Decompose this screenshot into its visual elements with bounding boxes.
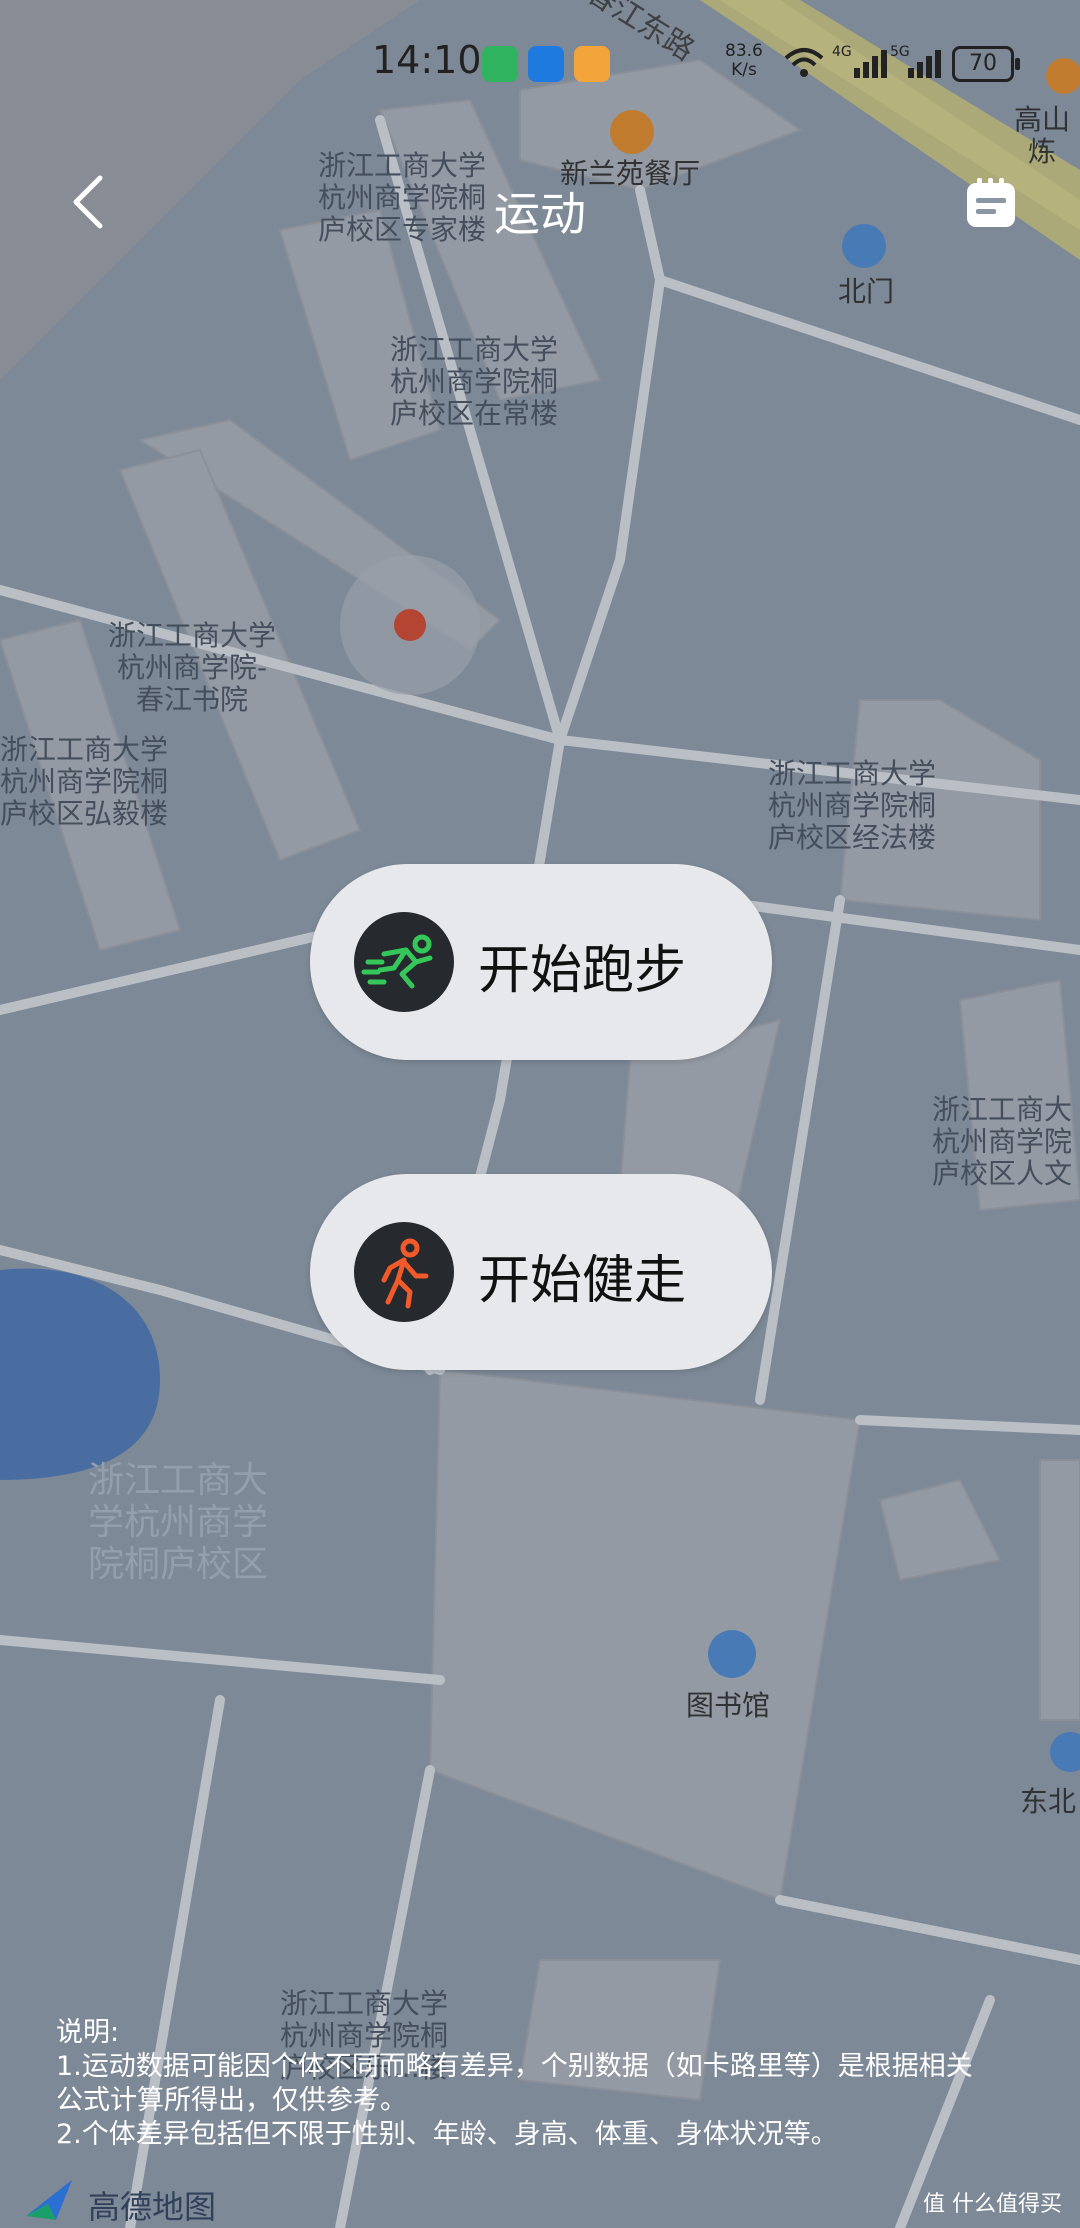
start-walking-button[interactable]: 开始健走	[310, 1174, 772, 1370]
status-time: 14:10	[372, 38, 482, 82]
running-icon	[354, 912, 454, 1012]
net-speed: 83.6 K/s	[725, 41, 763, 80]
amap-logo-text: 高德地图	[88, 2188, 217, 2226]
wechat-icon	[482, 46, 518, 82]
start-walking-label: 开始健走	[478, 1251, 687, 1311]
battery-indicator: 70	[952, 46, 1020, 82]
start-running-button[interactable]: 开始跑步	[310, 864, 772, 1060]
network-type-5g: 5G	[890, 44, 910, 60]
feeds-icon	[574, 46, 610, 82]
notes-line: 公式计算所得出，仅供参考。	[56, 2085, 407, 2116]
disclaimer-notes: 说明: 1.运动数据可能因个体不同而略有差异，个别数据（如卡路里等）是根据相关 …	[56, 2016, 1036, 2152]
message-icon	[528, 46, 564, 82]
records-notebook-icon[interactable]	[964, 176, 1018, 230]
notes-heading: 说明:	[56, 2017, 120, 2048]
amap-logo: 高德地图	[22, 2176, 216, 2226]
notes-line: 2.个体差异包括但不限于性别、年龄、身高、体重、身体状况等。	[56, 2119, 838, 2150]
walking-icon	[354, 1222, 454, 1322]
map-dim-overlay	[0, 0, 1080, 2228]
start-running-label: 开始跑步	[478, 941, 687, 1001]
signal-icon	[854, 50, 887, 78]
status-bar: 14:10 83.6 K/s 4G 5G 70	[0, 0, 1080, 120]
page-title: 运动	[494, 187, 586, 241]
wifi-icon	[784, 48, 824, 77]
amap-logo-icon	[26, 2180, 72, 2220]
network-type-4g: 4G	[832, 44, 852, 60]
signal-icon	[908, 50, 941, 78]
watermark: 值 什么值得买	[923, 2192, 1062, 2217]
notes-line: 1.运动数据可能因个体不同而略有差异，个别数据（如卡路里等）是根据相关	[56, 2051, 973, 2082]
